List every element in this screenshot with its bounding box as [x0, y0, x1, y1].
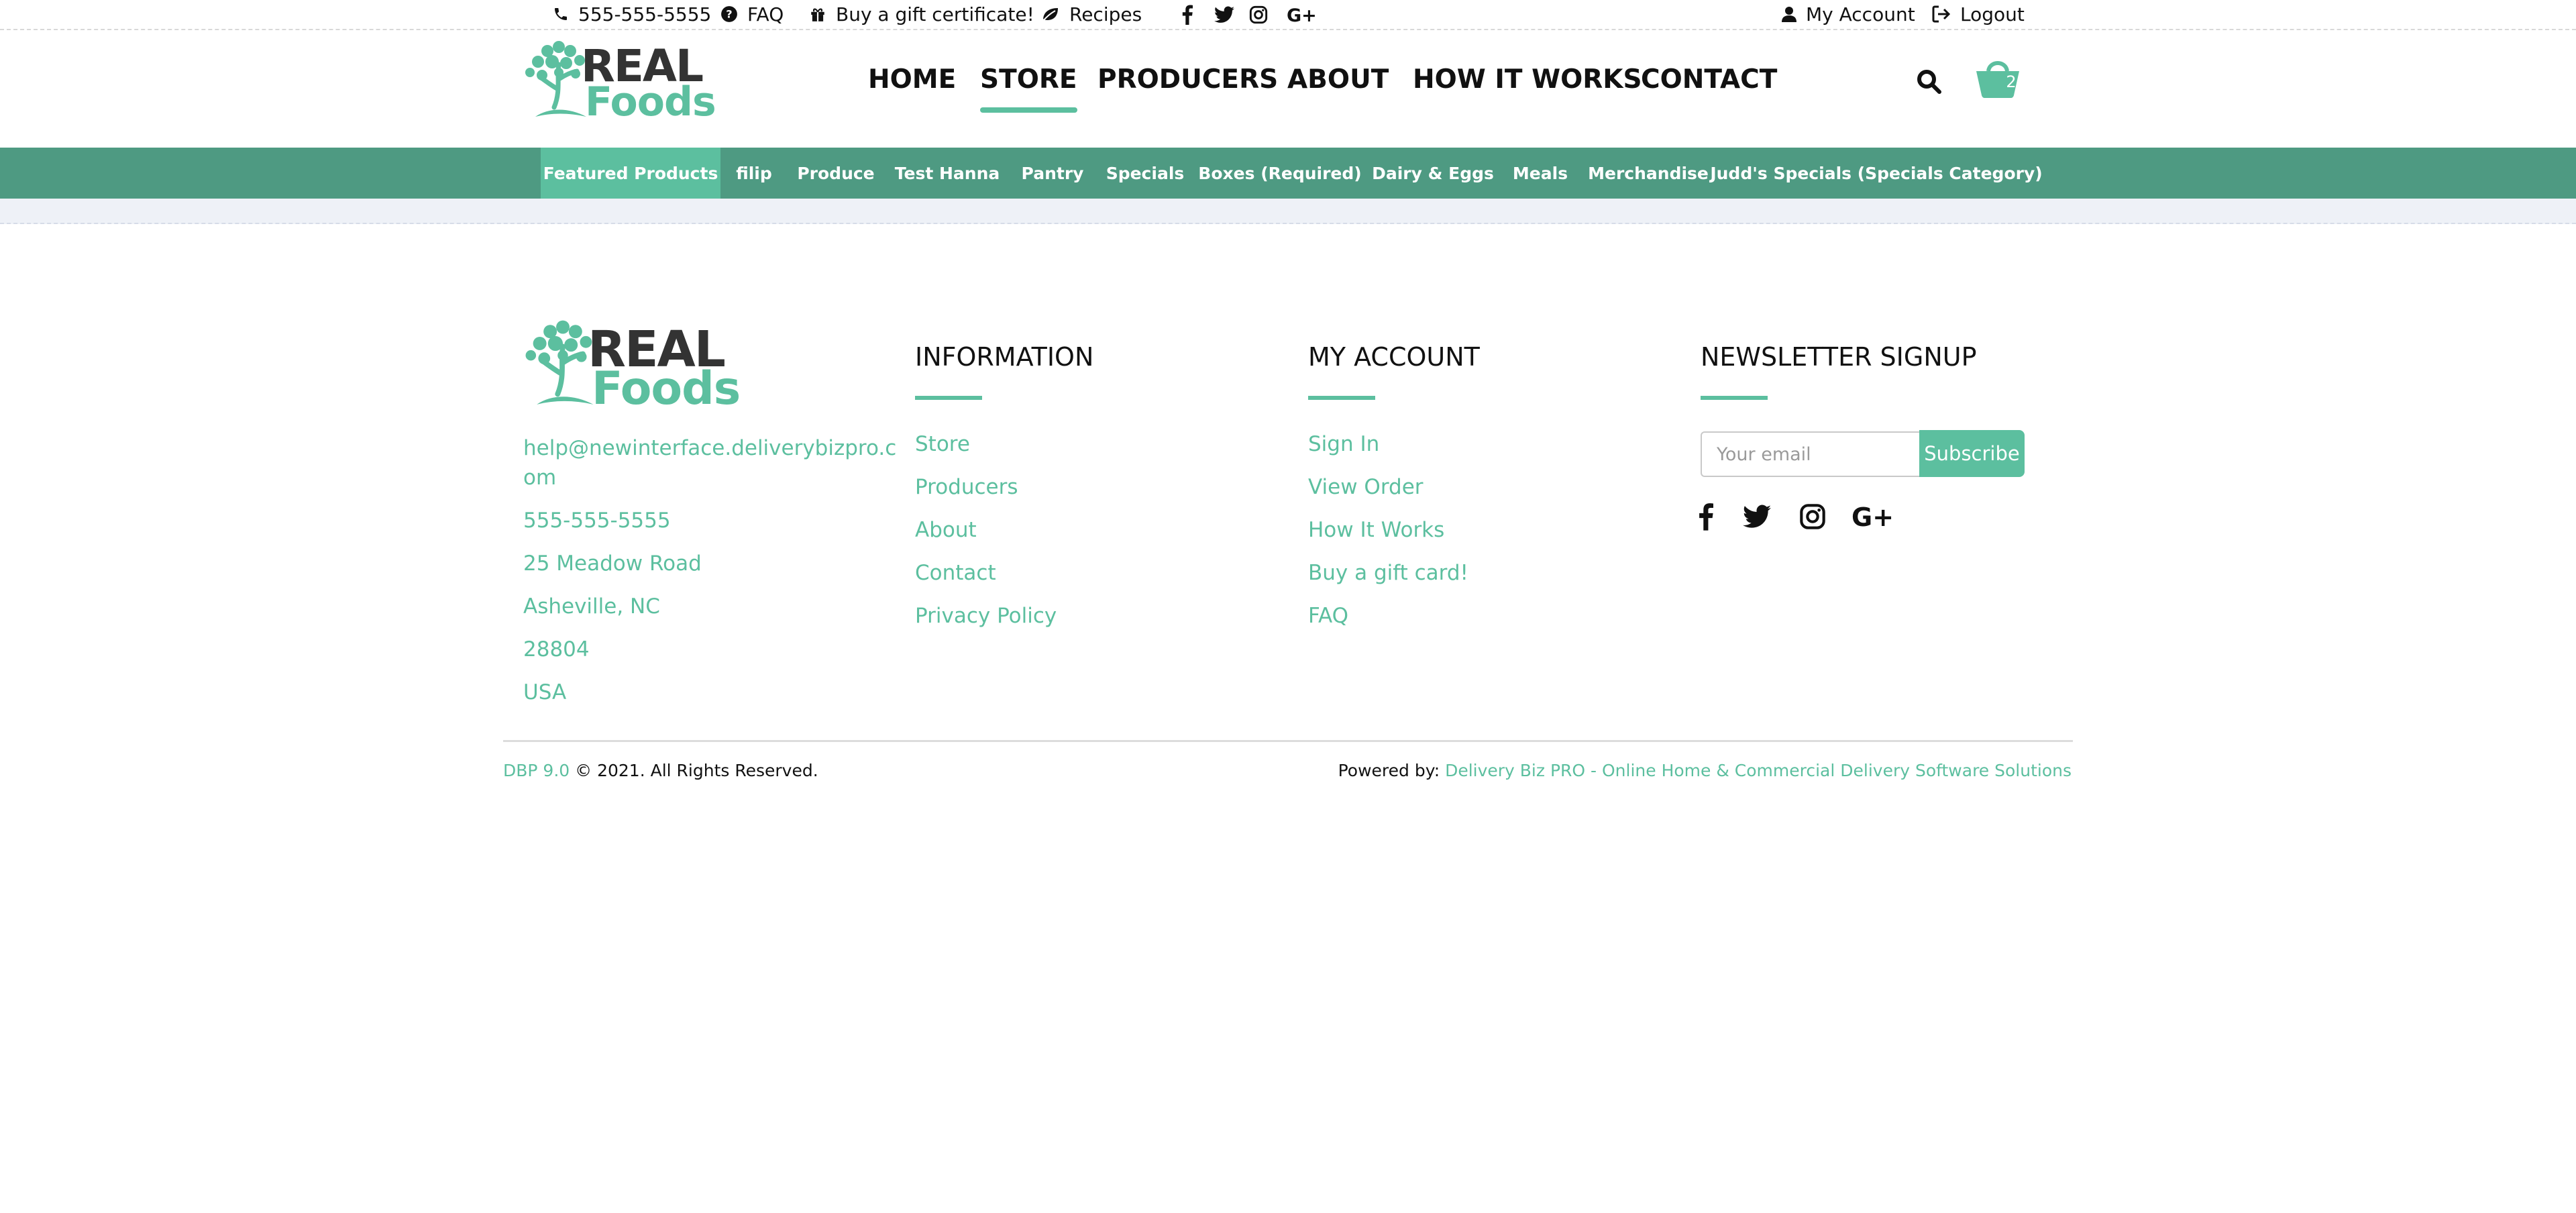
header-logo[interactable]: REAL Foods: [522, 38, 716, 123]
category-test-hanna[interactable]: Test Hanna: [884, 148, 1010, 199]
svg-text:G+: G+: [1851, 503, 1894, 530]
search-icon: [1917, 70, 1941, 94]
footer-link-about[interactable]: About: [915, 518, 977, 542]
powered-by-line: Powered by: Delivery Biz PRO - Online Ho…: [1338, 761, 2072, 780]
powered-by-link[interactable]: Delivery Biz PRO - Online Home & Commerc…: [1445, 761, 2072, 780]
footer-social-instagram[interactable]: [1799, 500, 1826, 533]
faq-text: FAQ: [747, 3, 784, 25]
footer-link-view-order[interactable]: View Order: [1308, 475, 1424, 499]
footer-link-faq[interactable]: FAQ: [1308, 604, 1348, 628]
nav-home[interactable]: HOME: [868, 64, 956, 105]
footer-newsletter-title: NEWSLETTER SIGNUP: [1701, 342, 1977, 372]
instagram-icon: [1800, 504, 1825, 529]
category-specials[interactable]: Specials: [1095, 148, 1195, 199]
leaf-icon: [1042, 8, 1058, 21]
category-featured-products[interactable]: Featured Products: [541, 148, 720, 199]
nav-about[interactable]: ABOUT: [1287, 64, 1389, 105]
logo-word-foods: Foods: [592, 362, 741, 415]
footer-phone[interactable]: 555-555-5555: [523, 509, 671, 533]
phone-text: 555-555-5555: [578, 3, 712, 25]
gift-text: Buy a gift certificate!: [836, 3, 1034, 25]
category-dairy-eggs[interactable]: Dairy & Eggs: [1364, 148, 1501, 199]
gift-certificate-link[interactable]: Buy a gift certificate!: [809, 0, 1034, 28]
top-social-google-plus[interactable]: G+: [1287, 3, 1316, 27]
footer-link-how-it-works[interactable]: How It Works: [1308, 518, 1444, 542]
subscribe-button[interactable]: Subscribe: [1919, 430, 2025, 477]
phone-link[interactable]: 555-555-5555: [553, 0, 711, 28]
footer-social-google-plus[interactable]: G+: [1851, 500, 1894, 533]
footer-my-account-title: MY ACCOUNT: [1308, 342, 1480, 372]
footer-link-gift-card[interactable]: Buy a gift card!: [1308, 561, 1468, 585]
copyright-text: © 2021. All Rights Reserved.: [570, 761, 818, 780]
footer-information-title: INFORMATION: [915, 342, 1094, 372]
twitter-icon: [1743, 505, 1771, 528]
google-plus-icon: G+: [1287, 5, 1316, 24]
footer-link-producers[interactable]: Producers: [915, 475, 1018, 499]
footer-zip: 28804: [523, 637, 590, 662]
logout-text: Logout: [1960, 3, 2025, 25]
footer-link-store[interactable]: Store: [915, 432, 970, 456]
footer-link-sign-in[interactable]: Sign In: [1308, 432, 1379, 456]
facebook-icon: [1182, 5, 1193, 25]
nav-store[interactable]: STORE: [980, 64, 1077, 113]
footer-country: USA: [523, 680, 567, 704]
category-filip[interactable]: filip: [720, 148, 788, 199]
twitter-icon: [1214, 6, 1234, 23]
footer-newsletter-underline: [1701, 396, 1768, 400]
category-judds-specials[interactable]: Judd's Specials (Specials Category): [1710, 148, 2042, 199]
footer-social-facebook[interactable]: [1699, 500, 1713, 533]
category-merchandise[interactable]: Merchandise: [1579, 148, 1717, 199]
category-boxes-required[interactable]: Boxes (Required): [1195, 148, 1364, 199]
my-account-link[interactable]: My Account: [1782, 0, 1915, 28]
top-social-twitter[interactable]: [1214, 3, 1234, 27]
logout-icon: [1932, 5, 1951, 23]
nav-producers[interactable]: PRODUCERS: [1097, 64, 1278, 105]
copyright-line: DBP 9.0 © 2021. All Rights Reserved.: [503, 761, 818, 780]
footer-email-line2[interactable]: om: [523, 466, 556, 490]
facebook-icon: [1699, 503, 1713, 531]
footer-logo[interactable]: REAL Foods: [522, 315, 741, 413]
category-meals[interactable]: Meals: [1501, 148, 1579, 199]
recipes-link[interactable]: Recipes: [1041, 0, 1142, 28]
question-icon: ?: [721, 6, 737, 22]
logout-link[interactable]: Logout: [1932, 0, 2025, 28]
footer-city: Asheville, NC: [523, 594, 660, 619]
footer-link-privacy-policy[interactable]: Privacy Policy: [915, 604, 1057, 628]
svg-text:G+: G+: [1287, 5, 1316, 24]
version-link[interactable]: DBP 9.0: [503, 761, 570, 780]
sub-banner-strip: [0, 199, 2576, 224]
footer-email-line1[interactable]: help@newinterface.deliverybizpro.c: [523, 436, 896, 460]
recipes-text: Recipes: [1069, 3, 1142, 25]
category-bar: Featured Products filip Produce Test Han…: [0, 148, 2576, 199]
top-social-instagram[interactable]: [1249, 3, 1268, 27]
nav-contact[interactable]: CONTACT: [1641, 64, 1777, 105]
footer-my-account-underline: [1308, 396, 1375, 400]
category-produce[interactable]: Produce: [788, 148, 884, 199]
cart-count-badge: 2: [2006, 72, 2017, 91]
top-utility-bar: 555-555-5555 ? FAQ Buy a gift certificat…: [0, 0, 2576, 30]
phone-icon: [555, 8, 567, 20]
user-icon: [1782, 7, 1796, 22]
footer-street: 25 Meadow Road: [523, 551, 702, 576]
footer-information-underline: [915, 396, 982, 400]
search-button[interactable]: [1916, 68, 1943, 98]
footer-social-twitter[interactable]: [1743, 500, 1771, 533]
top-social-facebook[interactable]: [1182, 3, 1193, 27]
footer-link-contact[interactable]: Contact: [915, 561, 996, 585]
svg-text:?: ?: [726, 7, 732, 20]
category-pantry[interactable]: Pantry: [1010, 148, 1095, 199]
nav-how-it-works[interactable]: HOW IT WORKS: [1413, 64, 1642, 105]
faq-link[interactable]: ? FAQ: [720, 0, 784, 28]
google-plus-icon: G+: [1851, 503, 1894, 530]
footer-divider: [503, 740, 2073, 742]
logo-word-foods: Foods: [585, 78, 716, 125]
powered-by-label: Powered by:: [1338, 761, 1446, 780]
my-account-text: My Account: [1806, 3, 1915, 25]
newsletter-email-input[interactable]: [1701, 431, 1921, 477]
instagram-icon: [1249, 5, 1268, 24]
gift-icon: [811, 8, 824, 21]
